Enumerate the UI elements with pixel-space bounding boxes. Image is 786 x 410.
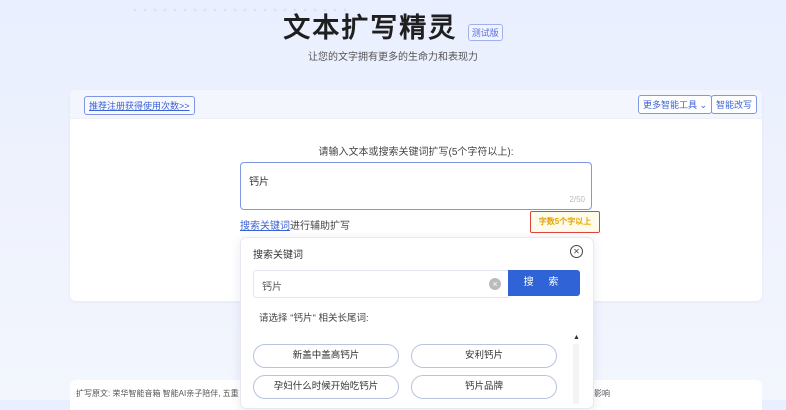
keyword-search-dropdown: 搜索关键词 ✕ 钙片 × 搜 索 请选择 "钙片" 相关长尾词: 新盖中盖高钙片… bbox=[240, 237, 594, 409]
text-input-value: 钙片 bbox=[249, 177, 269, 188]
keyword-search-value: 钙片 bbox=[262, 282, 282, 293]
chevron-down-icon: ⌄ bbox=[699, 100, 708, 110]
input-prompt: 请输入文本或搜索关键词扩写(5个字符以上): bbox=[318, 147, 514, 158]
text-input-area[interactable]: 钙片 2/50 bbox=[240, 162, 592, 210]
suggestion-item[interactable]: 新盖中盖高钙片 bbox=[253, 344, 399, 368]
suggestion-item[interactable]: 孕妇什么时候开始吃钙片 bbox=[253, 375, 399, 399]
smart-rewrite-button[interactable]: 智能改写 bbox=[711, 95, 758, 114]
search-keyword-link[interactable]: 搜索关键词 bbox=[240, 221, 290, 232]
char-counter: 2/50 bbox=[569, 195, 585, 204]
clear-icon[interactable]: × bbox=[489, 278, 501, 290]
beta-badge: 测试版 bbox=[467, 24, 503, 41]
close-icon[interactable]: ✕ bbox=[570, 245, 583, 258]
keyword-search-input[interactable]: 钙片 × bbox=[253, 270, 510, 298]
more-tools-label: 更多智能工具 bbox=[643, 100, 698, 110]
suggestion-hint: 请选择 "钙片" 相关长尾词: bbox=[259, 313, 369, 324]
suggestion-item[interactable]: 安利钙片 bbox=[411, 344, 557, 368]
dropdown-title: 搜索关键词 bbox=[253, 250, 303, 261]
suggestion-scrollbar[interactable]: ▲ bbox=[573, 334, 580, 404]
scrollbar-track[interactable] bbox=[573, 344, 579, 404]
scroll-up-icon[interactable]: ▲ bbox=[573, 334, 580, 341]
app-title: 文本扩写精灵 bbox=[283, 13, 458, 43]
more-tools-button[interactable]: 更多智能工具 ⌄ bbox=[638, 95, 713, 114]
expanded-source-tail: 影响 bbox=[594, 389, 610, 398]
card-toolbar: 推荐注册获得使用次数>> 更多智能工具 ⌄ 智能改写 bbox=[70, 90, 762, 119]
title-area: 文本扩写精灵 测试版 bbox=[0, 6, 786, 45]
keyword-assist-line: 搜索关键词进行辅助扩写 bbox=[240, 217, 350, 232]
expanded-source-text: 扩写原文: 荣华智能音箱 智能AI亲子陪伴, 五重 bbox=[76, 389, 239, 398]
app-subtitle: 让您的文字拥有更多的生命力和表现力 bbox=[308, 52, 478, 63]
suggestion-item[interactable]: 钙片品牌 bbox=[411, 375, 557, 399]
register-tip-link[interactable]: 推荐注册获得使用次数>> bbox=[84, 96, 195, 115]
char-limit-warning-text: 字数5个字以上 bbox=[538, 217, 592, 226]
keyword-search-button[interactable]: 搜 索 bbox=[508, 270, 580, 296]
keyword-assist-suffix: 进行辅助扩写 bbox=[290, 221, 350, 232]
char-limit-warning: 字数5个字以上 bbox=[530, 211, 600, 233]
